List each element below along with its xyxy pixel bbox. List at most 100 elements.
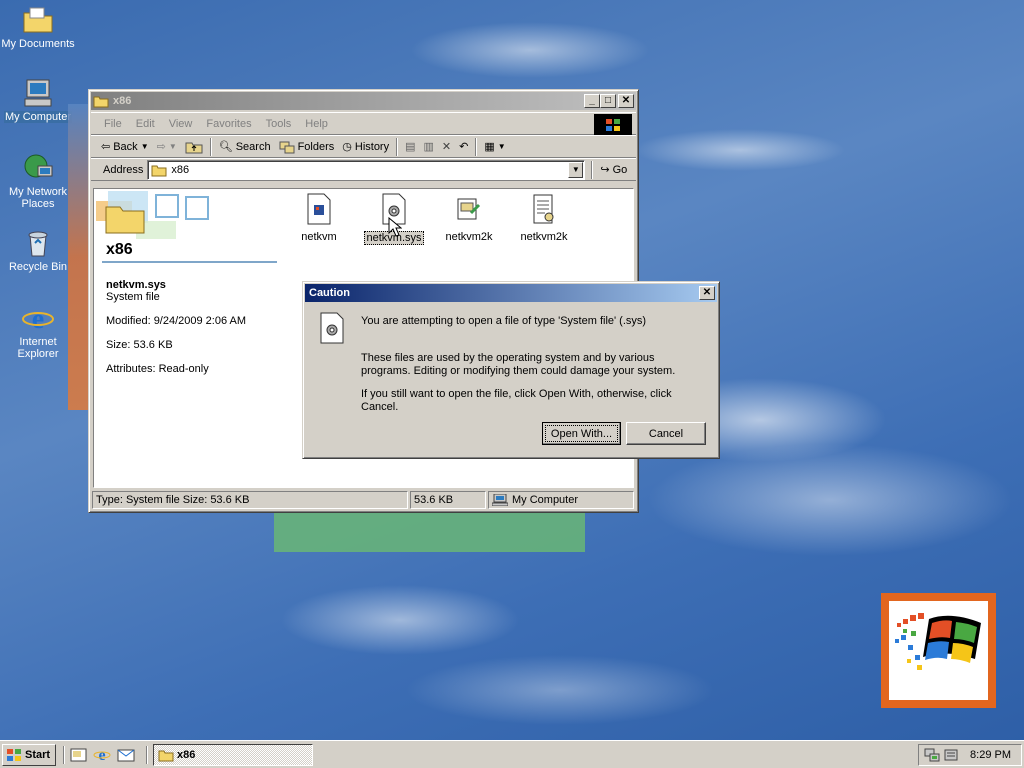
status-zone-label: My Computer [512, 494, 579, 506]
desktop-icon-recycle-bin[interactable]: Recycle Bin [0, 227, 76, 273]
show-desktop-icon [70, 748, 87, 762]
undo-button[interactable]: ↶ [455, 138, 472, 155]
quicklaunch-outlook-express[interactable] [117, 746, 135, 764]
quicklaunch-internet-explorer[interactable]: e [93, 745, 111, 764]
status-zone: My Computer [488, 491, 634, 509]
views-icon: ▦ [484, 141, 495, 153]
history-label: History [354, 140, 390, 153]
menu-tools[interactable]: Tools [259, 116, 299, 132]
open-with-button[interactable]: Open With... [542, 422, 621, 445]
up-folder-icon [185, 142, 203, 153]
caution-titlebar[interactable]: Caution ✕ [305, 284, 717, 302]
taskbar-separator [146, 746, 148, 764]
folders-button[interactable]: Folders [275, 138, 339, 156]
menu-bar: File Edit View Favorites Tools Help [91, 112, 636, 135]
open-with-label: Open With... [550, 427, 613, 440]
close-button[interactable]: ✕ [699, 286, 715, 300]
details-attributes: Attributes: Read-only [106, 363, 209, 375]
menu-file[interactable]: File [97, 116, 129, 132]
desktop-icon-internet-explorer[interactable]: e Internet Explorer [0, 302, 76, 360]
taskbar-task-x86[interactable]: x86 [153, 744, 313, 766]
minimize-button[interactable]: _ [584, 94, 600, 108]
back-button[interactable]: ⇦ Back ▼ [97, 138, 153, 155]
desktop-icon-my-computer[interactable]: My Computer [0, 77, 76, 123]
delete-icon: ✕ [441, 141, 452, 153]
chevron-down-icon: ▼ [571, 165, 580, 174]
network-tray-icon[interactable] [924, 747, 940, 763]
network-places-label: My Network Places [8, 186, 68, 210]
back-arrow-icon: ⇦ [101, 141, 111, 153]
address-dropdown-button[interactable]: ▼ [568, 161, 584, 178]
folders-icon [279, 141, 295, 153]
toolbar-separator [396, 137, 399, 156]
history-icon: ◷ [342, 141, 352, 153]
folder-icon [105, 206, 145, 234]
menu-favorites[interactable]: Favorites [199, 116, 258, 132]
address-separator [591, 160, 594, 179]
status-type: Type: System file Size: 53.6 KB [92, 491, 408, 509]
move-to-icon: ▤ [405, 141, 416, 153]
windows-flag-icon [7, 749, 21, 761]
start-label: Start [25, 749, 51, 761]
move-to-button[interactable]: ▤ [401, 138, 419, 155]
explorer-title: x86 [113, 95, 132, 107]
menu-view[interactable]: View [162, 116, 200, 132]
forward-button[interactable]: ⇨ ▼ [153, 138, 181, 155]
forward-arrow-icon: ⇨ [156, 141, 166, 153]
internet-explorer-icon: e [93, 747, 111, 764]
desktop-drag-artifact [274, 510, 585, 552]
address-input[interactable]: x86 ▼ [147, 159, 586, 180]
taskbar: Start e x86 8:29 PM [0, 740, 1024, 768]
status-size: 53.6 KB [410, 491, 486, 509]
file-item[interactable]: netkvm [282, 193, 356, 243]
caution-title: Caution [309, 287, 350, 299]
chevron-down-icon: ▼ [497, 142, 506, 151]
explorer-titlebar[interactable]: x86 _ □ ✕ [91, 92, 636, 110]
cancel-button[interactable]: Cancel [626, 422, 706, 445]
clock[interactable]: 8:29 PM [970, 749, 1011, 761]
go-button[interactable]: ↪ Go [596, 161, 631, 178]
menu-edit[interactable]: Edit [129, 116, 162, 132]
copy-to-button[interactable]: ▥ [420, 138, 438, 155]
folders-label: Folders [297, 140, 335, 153]
my-documents-label: My Documents [1, 38, 75, 50]
desktop-icon-my-documents[interactable]: My Documents [0, 4, 76, 50]
desktop-icon-network-places[interactable]: My Network Places [0, 152, 76, 210]
maximize-button[interactable]: □ [600, 94, 616, 108]
file-name: netkvm2k [520, 231, 568, 243]
setup-information-icon [307, 193, 331, 225]
banner-underline [102, 261, 277, 263]
svg-text:e: e [32, 304, 44, 334]
internet-explorer-label: Internet Explorer [17, 336, 59, 360]
file-name: netkvm [301, 231, 337, 243]
windows-throbber-icon [594, 114, 632, 135]
chevron-down-icon: ▼ [168, 142, 177, 151]
caution-message-1: You are attempting to open a file of typ… [361, 315, 647, 327]
start-button[interactable]: Start [2, 744, 56, 766]
recycle-bin-label: Recycle Bin [8, 261, 68, 273]
caution-dialog[interactable]: Caution ✕ You are attempting to open a f… [302, 281, 720, 459]
close-button[interactable]: ✕ [618, 94, 634, 108]
details-modified: Modified: 9/24/2009 2:06 AM [106, 315, 247, 327]
search-button[interactable]: 🔍︎ Search [215, 138, 275, 155]
views-button[interactable]: ▦ ▼ [480, 138, 509, 155]
history-button[interactable]: ◷ History [338, 138, 393, 155]
file-item[interactable]: netkvm2k [432, 193, 506, 243]
details-file-type: System file [106, 291, 160, 303]
volume-tray-icon[interactable] [943, 747, 959, 763]
svg-text:e: e [98, 747, 105, 763]
details-file-name: netkvm.sys [106, 279, 166, 291]
outlook-express-icon [117, 749, 135, 762]
status-bar: Type: System file Size: 53.6 KB 53.6 KB … [92, 491, 635, 509]
webview-folder-banner: x86 [96, 191, 276, 263]
caution-message-3: If you still want to open the file, clic… [361, 388, 672, 413]
chevron-down-icon: ▼ [140, 142, 149, 151]
up-folder-button[interactable] [181, 138, 207, 156]
undo-icon: ↶ [459, 141, 469, 153]
delete-button[interactable]: ✕ [438, 138, 455, 155]
back-label: Back [113, 140, 138, 153]
recycle-bin-icon [28, 231, 48, 257]
file-item[interactable]: netkvm2k [507, 193, 581, 243]
quicklaunch-show-desktop[interactable] [70, 747, 88, 763]
menu-help[interactable]: Help [298, 116, 335, 132]
